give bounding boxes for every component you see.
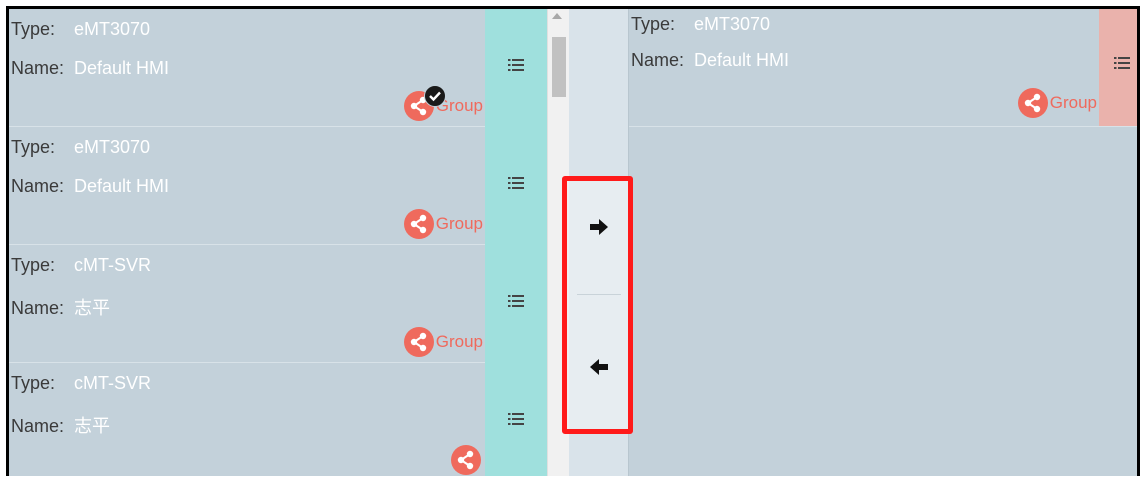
list-icon bbox=[508, 413, 524, 425]
device-info: Type: eMT3070 Name: Default HMI Group bbox=[629, 9, 1099, 126]
share-icon bbox=[403, 85, 446, 121]
device-type: eMT3070 bbox=[74, 137, 151, 157]
share-icon bbox=[403, 327, 434, 357]
group-button[interactable]: Group bbox=[403, 85, 483, 121]
group-label: Group bbox=[1049, 93, 1097, 112]
check-icon bbox=[423, 85, 446, 107]
arrow-right-icon bbox=[590, 219, 608, 235]
name-label: Name: bbox=[631, 50, 685, 70]
type-label: Type: bbox=[11, 255, 56, 275]
device-menu-button[interactable] bbox=[485, 363, 547, 476]
type-label: Type: bbox=[11, 373, 56, 393]
share-icon bbox=[403, 209, 434, 239]
device-menu-button[interactable] bbox=[485, 9, 547, 127]
move-left-button[interactable] bbox=[584, 352, 614, 382]
list-icon bbox=[1114, 57, 1130, 69]
device-card[interactable]: Type: eMT3070 Name: Default HMI Group bbox=[9, 9, 547, 127]
device-info: Type: eMT3070 Name: Default HMI Group bbox=[9, 127, 485, 244]
device-card[interactable]: Type: cMT-SVR Name: 志平 Group bbox=[9, 245, 547, 363]
name-label: Name: bbox=[11, 58, 65, 78]
group-button[interactable]: Group bbox=[1017, 88, 1097, 118]
device-type: eMT3070 bbox=[74, 19, 151, 39]
share-icon bbox=[1017, 88, 1048, 118]
move-right-button[interactable] bbox=[584, 212, 614, 242]
device-info: Type: eMT3070 Name: Default HMI Group bbox=[9, 9, 485, 126]
list-icon bbox=[508, 295, 524, 307]
type-label: Type: bbox=[11, 19, 56, 39]
device-name: Default HMI bbox=[74, 58, 170, 78]
device-type: cMT-SVR bbox=[74, 373, 152, 393]
group-label: Group bbox=[435, 332, 483, 351]
list-icon bbox=[508, 59, 524, 71]
scrollbar-thumb[interactable] bbox=[552, 37, 566, 97]
device-card[interactable]: Type: eMT3070 Name: Default HMI Group bbox=[629, 9, 1137, 127]
transfer-controls bbox=[569, 9, 629, 476]
list-icon bbox=[508, 177, 524, 189]
type-label: Type: bbox=[11, 137, 56, 157]
share-icon bbox=[451, 445, 481, 475]
group-button[interactable]: Group bbox=[403, 327, 483, 357]
group-label: Group bbox=[435, 214, 483, 233]
name-label: Name: bbox=[11, 298, 65, 318]
device-menu-button[interactable] bbox=[485, 245, 547, 363]
device-name: 志平 bbox=[74, 298, 110, 318]
group-button[interactable] bbox=[451, 445, 483, 475]
device-info: Type: cMT-SVR Name: 志平 Group bbox=[9, 245, 485, 362]
device-name: Default HMI bbox=[694, 50, 790, 70]
device-name: 志平 bbox=[74, 416, 110, 436]
scroll-up-arrow-icon[interactable] bbox=[552, 13, 562, 19]
device-card[interactable]: Type: eMT3070 Name: Default HMI Group bbox=[9, 127, 547, 245]
left-device-list: Type: eMT3070 Name: Default HMI Group Type… bbox=[9, 9, 569, 476]
vertical-scrollbar[interactable] bbox=[547, 9, 569, 476]
device-transfer-window: Type: eMT3070 Name: Default HMI Group Type… bbox=[6, 6, 1140, 476]
device-type: eMT3070 bbox=[694, 14, 771, 34]
device-name: Default HMI bbox=[74, 176, 170, 196]
group-button[interactable]: Group bbox=[403, 209, 483, 239]
divider bbox=[577, 294, 621, 295]
name-label: Name: bbox=[11, 416, 65, 436]
device-menu-button[interactable] bbox=[485, 127, 547, 245]
right-device-list: Type: eMT3070 Name: Default HMI Group bbox=[629, 9, 1137, 476]
type-label: Type: bbox=[631, 14, 676, 34]
name-label: Name: bbox=[11, 176, 65, 196]
device-menu-button[interactable] bbox=[1099, 9, 1137, 126]
device-card[interactable]: Type: cMT-SVR Name: 志平 bbox=[9, 363, 547, 476]
device-info: Type: cMT-SVR Name: 志平 bbox=[9, 363, 485, 476]
device-type: cMT-SVR bbox=[74, 255, 152, 275]
arrow-left-icon bbox=[590, 359, 608, 375]
